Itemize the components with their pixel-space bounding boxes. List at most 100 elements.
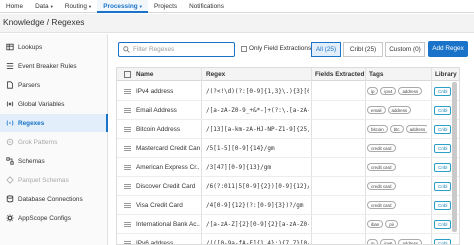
tag-badge: ipv4 [380, 87, 397, 95]
tag-badge: pii [385, 220, 398, 228]
nav-item-processing[interactable]: Processing ▾ [97, 0, 148, 13]
drag-handle-icon[interactable] [124, 127, 131, 132]
drag-handle-icon[interactable] [124, 165, 131, 170]
filter-tab-all[interactable]: All (25) [311, 42, 341, 57]
breadcrumb: Knowledge / Regexes [3, 17, 85, 27]
parquet-icon [6, 176, 14, 184]
library-badge: Cribl [434, 182, 452, 191]
tag-badge: ipv6 [380, 239, 397, 244]
nav-item-label: Home [6, 3, 24, 10]
sidebar-item-grok-patterns: Grok Patterns [0, 133, 108, 151]
table-row[interactable]: Email Address /[a-zA-Z0-9_+&*-]+(?:\.[a-z… [117, 101, 459, 120]
tag-list: credit card [367, 182, 427, 192]
variable-icon [6, 100, 14, 108]
regex-name[interactable]: Mastercard Credit Card... [136, 145, 200, 152]
only-field-extractions-label: Only Field Extractions [249, 45, 312, 52]
drag-handle-icon[interactable] [124, 222, 131, 227]
tag-badge: address [398, 239, 423, 244]
tag-badge: credit card [367, 144, 396, 152]
regex-name[interactable]: Bitcoin Address [136, 126, 200, 133]
table-row[interactable]: International Bank Ac... /[a-zA-Z]{2}[0-9… [117, 215, 459, 234]
tag-badge: credit card [367, 182, 396, 190]
sidebar-item-appscope-configs[interactable]: AppScope Configs [0, 209, 108, 227]
sidebar-item-label: Regexes [18, 119, 45, 127]
library-badge: Cribl [434, 125, 452, 134]
list-icon [6, 62, 14, 70]
filter-regexes-input[interactable] [133, 44, 231, 55]
table-row[interactable]: IPv6 address /(([0-9a-fA-F]{1,4}:){7,7}[0… [117, 234, 459, 245]
only-field-extractions-checkbox[interactable] [241, 46, 247, 52]
nav-item-label: Processing [103, 3, 138, 10]
tag-badge: btc [389, 125, 404, 133]
drag-handle-icon[interactable] [124, 241, 131, 244]
nav-item-label: Notifications [189, 3, 224, 10]
filter-tab-cribl[interactable]: Cribl (25) [343, 42, 383, 57]
toolbar: Only Field Extractions All (25)Cribl (25… [108, 34, 474, 64]
table-row[interactable]: American Express Cr... /3[47][0-9]{13}/gm… [117, 158, 459, 177]
drag-handle-icon[interactable] [124, 146, 131, 151]
sidebar-item-parsers[interactable]: Parsers [0, 76, 108, 94]
library-badge: Cribl [434, 239, 452, 244]
column-settings-icon[interactable] [124, 71, 131, 78]
add-regex-button[interactable]: Add Regex [428, 41, 468, 57]
column-header-name[interactable]: Name [136, 71, 153, 78]
sidebar-item-event-breaker-rules[interactable]: Event Breaker Rules [0, 57, 108, 75]
regex-pattern: /3[47][0-9]{13}/gm [206, 164, 272, 171]
drag-handle-icon[interactable] [124, 184, 131, 189]
regex-name[interactable]: Discover Credit Card [136, 183, 200, 190]
database-icon [6, 195, 14, 203]
document-icon [6, 81, 14, 89]
column-header-library[interactable]: Library [435, 71, 457, 78]
regex-name[interactable]: American Express Cr... [136, 164, 200, 171]
knowledge-sidebar: Lookups Event Breaker Rules Parsers Global … [0, 34, 108, 245]
nav-item-home[interactable]: Home [0, 0, 29, 13]
column-header-tags[interactable]: Tags [369, 71, 383, 78]
regex-name[interactable]: Email Address [136, 107, 200, 114]
nav-item-data[interactable]: Data ▾ [29, 0, 59, 13]
table-scrollbar[interactable] [452, 82, 457, 232]
regex-name[interactable]: IPv4 address [136, 88, 200, 95]
drag-handle-icon[interactable] [124, 203, 131, 208]
table-row[interactable]: IPv4 address /(?<!\d)(?:[0-9]{1,3}\.){3}[… [117, 82, 459, 101]
library-badge: Cribl [434, 87, 452, 96]
regex-name[interactable]: Visa Credit Card [136, 202, 200, 209]
sidebar-item-label: AppScope Configs [18, 214, 71, 222]
tag-list: email address [367, 106, 427, 116]
tag-list: credit card [367, 163, 427, 173]
sidebar-item-global-variables[interactable]: Global Variables [0, 95, 108, 113]
filter-box[interactable] [118, 42, 235, 57]
table-row[interactable]: Mastercard Credit Card... /5[1-5][0-9]{14… [117, 139, 459, 158]
tag-badge: address [405, 125, 427, 133]
drag-handle-icon[interactable] [124, 108, 131, 113]
drag-handle-icon[interactable] [124, 89, 131, 94]
nav-item-routing[interactable]: Routing ▾ [59, 0, 97, 13]
nav-item-label: Projects [153, 3, 178, 10]
library-badge: Cribl [434, 106, 452, 115]
schema-icon [6, 157, 14, 165]
chevron-down-icon: ▾ [50, 4, 53, 9]
sidebar-item-lookups[interactable]: Lookups [0, 38, 108, 56]
column-header-regex[interactable]: Regex [206, 71, 225, 78]
sidebar-item-label: Parquet Schemas [18, 176, 69, 184]
column-header-fields-extracted[interactable]: Fields Extracted [315, 71, 364, 78]
chevron-down-icon: ▾ [139, 4, 142, 9]
table-row[interactable]: Discover Credit Card/6(?:011|5[0-9]{2})[… [117, 177, 459, 196]
sidebar-item-database-connections[interactable]: Database Connections [0, 190, 108, 208]
tag-list: iban pii [367, 220, 427, 230]
regex-pattern: /(([0-9a-fA-F]{1,4}:){7,7}[0-9a-fA-F]{1,… [206, 240, 309, 245]
tag-badge: address [387, 106, 412, 114]
table-row[interactable]: Visa Credit Card/4[0-9]{12}(?:[0-9]{3})?… [117, 196, 459, 215]
sidebar-item-label: Lookups [18, 43, 43, 51]
nav-item-label: Data [35, 3, 49, 10]
sidebar-item-label: Schemas [18, 157, 45, 165]
sidebar-item-regexes[interactable]: Regexes [0, 114, 108, 132]
regex-name[interactable]: IPv6 address [136, 240, 200, 244]
filter-tab-custom[interactable]: Custom (0) [385, 42, 425, 57]
table-row[interactable]: Bitcoin Address /[13][a-km-zA-HJ-NP-Z1-9]… [117, 120, 459, 139]
tag-badge: credit card [367, 201, 396, 209]
tag-badge: iban [367, 220, 384, 228]
nav-item-projects[interactable]: Projects [148, 0, 183, 13]
sidebar-item-schemas[interactable]: Schemas [0, 152, 108, 170]
regex-name[interactable]: International Bank Ac... [136, 221, 200, 228]
nav-item-notifications[interactable]: Notifications [183, 0, 230, 13]
